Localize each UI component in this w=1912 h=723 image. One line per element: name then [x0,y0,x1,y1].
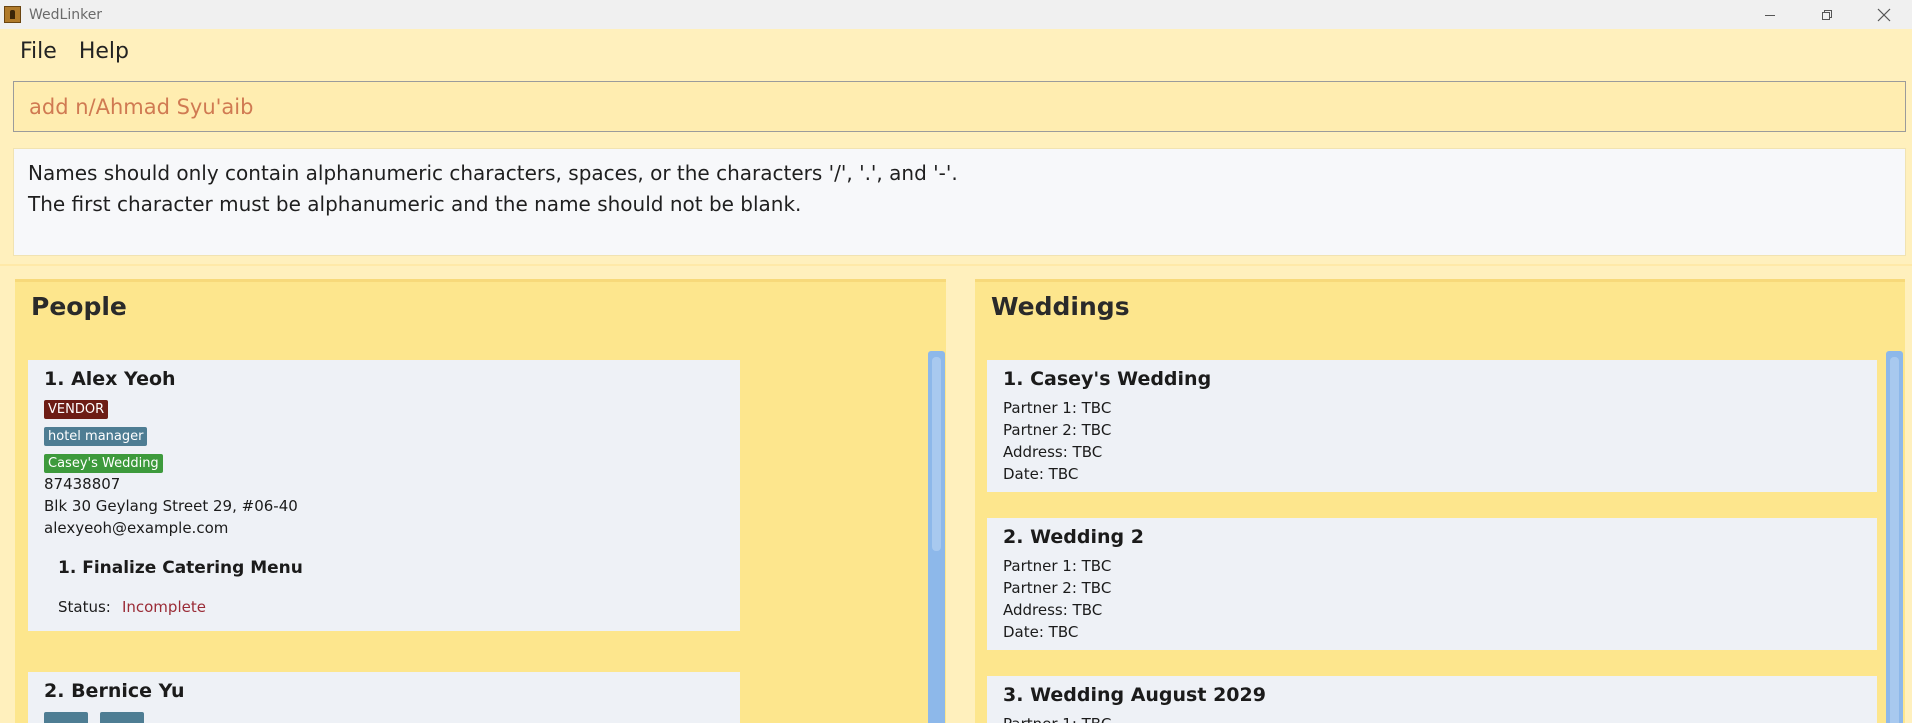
wedding-name-text: Wedding August 2029 [1030,684,1266,706]
minimize-icon[interactable] [1741,0,1798,29]
person-name-text: Alex Yeoh [71,368,176,390]
wedding-address: Address: TBC [1003,443,1103,461]
weddings-scrollbar[interactable] [1886,351,1903,723]
people-scrollbar[interactable] [928,351,945,723]
person-index: 2. [44,680,65,702]
weddings-panel: Weddings 1. Casey's Wedding Partner 1: T… [975,279,1905,723]
vendor-tag: VENDOR [44,400,109,419]
person-address: Blk 30 Geylang Street 29, #06-40 [44,497,298,515]
close-icon[interactable] [1855,0,1912,29]
person-card[interactable]: 1. Alex Yeoh VENDOR hotel manager Casey'… [28,360,740,593]
wedding-card[interactable]: 3. Wedding August 2029 Partner 1: TBC [987,676,1877,723]
wedding-card[interactable]: 2. Wedding 2 Partner 1: TBC Partner 2: T… [987,518,1877,650]
wedding-address: Address: TBC [1003,601,1103,619]
task-title: 1. Finalize Catering Menu [58,558,303,578]
restore-icon[interactable] [1798,0,1855,29]
menu-file[interactable]: File [9,39,68,64]
person-tags: VENDOR [44,398,115,419]
wedding-name: 2. Wedding 2 [1003,526,1144,548]
task-name: Finalize Catering Menu [82,558,303,578]
tag-chip [44,712,88,723]
people-scrollbar-thumb[interactable] [932,357,941,551]
wedding-partner2: Partner 2: TBC [1003,421,1112,439]
person-name: 1. Alex Yeoh [44,368,176,390]
wedding-name-text: Casey's Wedding [1030,368,1212,390]
role-tag: hotel manager [44,427,148,446]
command-input[interactable]: add n/Ahmad Syu'aib [13,81,1906,132]
wedding-index: 2. [1003,526,1024,548]
menu-bar: File Help [0,29,1912,73]
wedding-index: 3. [1003,684,1024,706]
people-panel-title: People [31,292,127,321]
person-tags [44,712,151,723]
result-message-line-2: The first character must be alphanumeric… [28,192,802,216]
weddings-scrollbar-thumb[interactable] [1890,357,1899,723]
person-tags-role: hotel manager [44,425,154,446]
person-card[interactable]: 2. Bernice Yu [28,672,740,723]
person-phone: 87438807 [44,475,121,493]
wedding-name: 1. Casey's Wedding [1003,368,1211,390]
command-input-value: add n/Ahmad Syu'aib [29,94,254,119]
task-index: 1. [58,558,77,578]
app-logo-icon [4,6,21,23]
wedding-date: Date: TBC [1003,623,1079,641]
section-divider [0,264,1912,266]
result-display: Names should only contain alphanumeric c… [13,148,1906,256]
wedding-index: 1. [1003,368,1024,390]
wedding-name-text: Wedding 2 [1030,526,1144,548]
person-index: 1. [44,368,65,390]
person-name: 2. Bernice Yu [44,680,185,702]
title-bar: WedLinker [0,0,1912,29]
task-status-row: Status: Incomplete [28,593,740,631]
wedding-name: 3. Wedding August 2029 [1003,684,1266,706]
task-status-value: Incomplete [121,598,206,616]
person-email: alexyeoh@example.com [44,519,229,537]
wedding-tag: Casey's Wedding [44,454,163,473]
person-name-text: Bernice Yu [71,680,185,702]
people-panel: People 1. Alex Yeoh VENDOR hotel manager… [15,279,946,723]
person-tags-wedding: Casey's Wedding [44,452,170,473]
wedding-date: Date: TBC [1003,465,1079,483]
weddings-panel-title: Weddings [991,292,1130,321]
wedding-partner1: Partner 1: TBC [1003,713,1111,723]
wedding-partner1: Partner 1: TBC [1003,399,1112,417]
wedding-card[interactable]: 1. Casey's Wedding Partner 1: TBC Partne… [987,360,1877,492]
window-title: WedLinker [29,6,103,23]
wedding-partner2: Partner 2: TBC [1003,579,1112,597]
menu-help[interactable]: Help [68,39,140,64]
result-message-line-1: Names should only contain alphanumeric c… [28,161,958,185]
task-status-label: Status: [58,598,111,616]
wedding-partner1: Partner 1: TBC [1003,557,1112,575]
tag-chip [100,712,145,723]
window-controls [1741,0,1912,29]
